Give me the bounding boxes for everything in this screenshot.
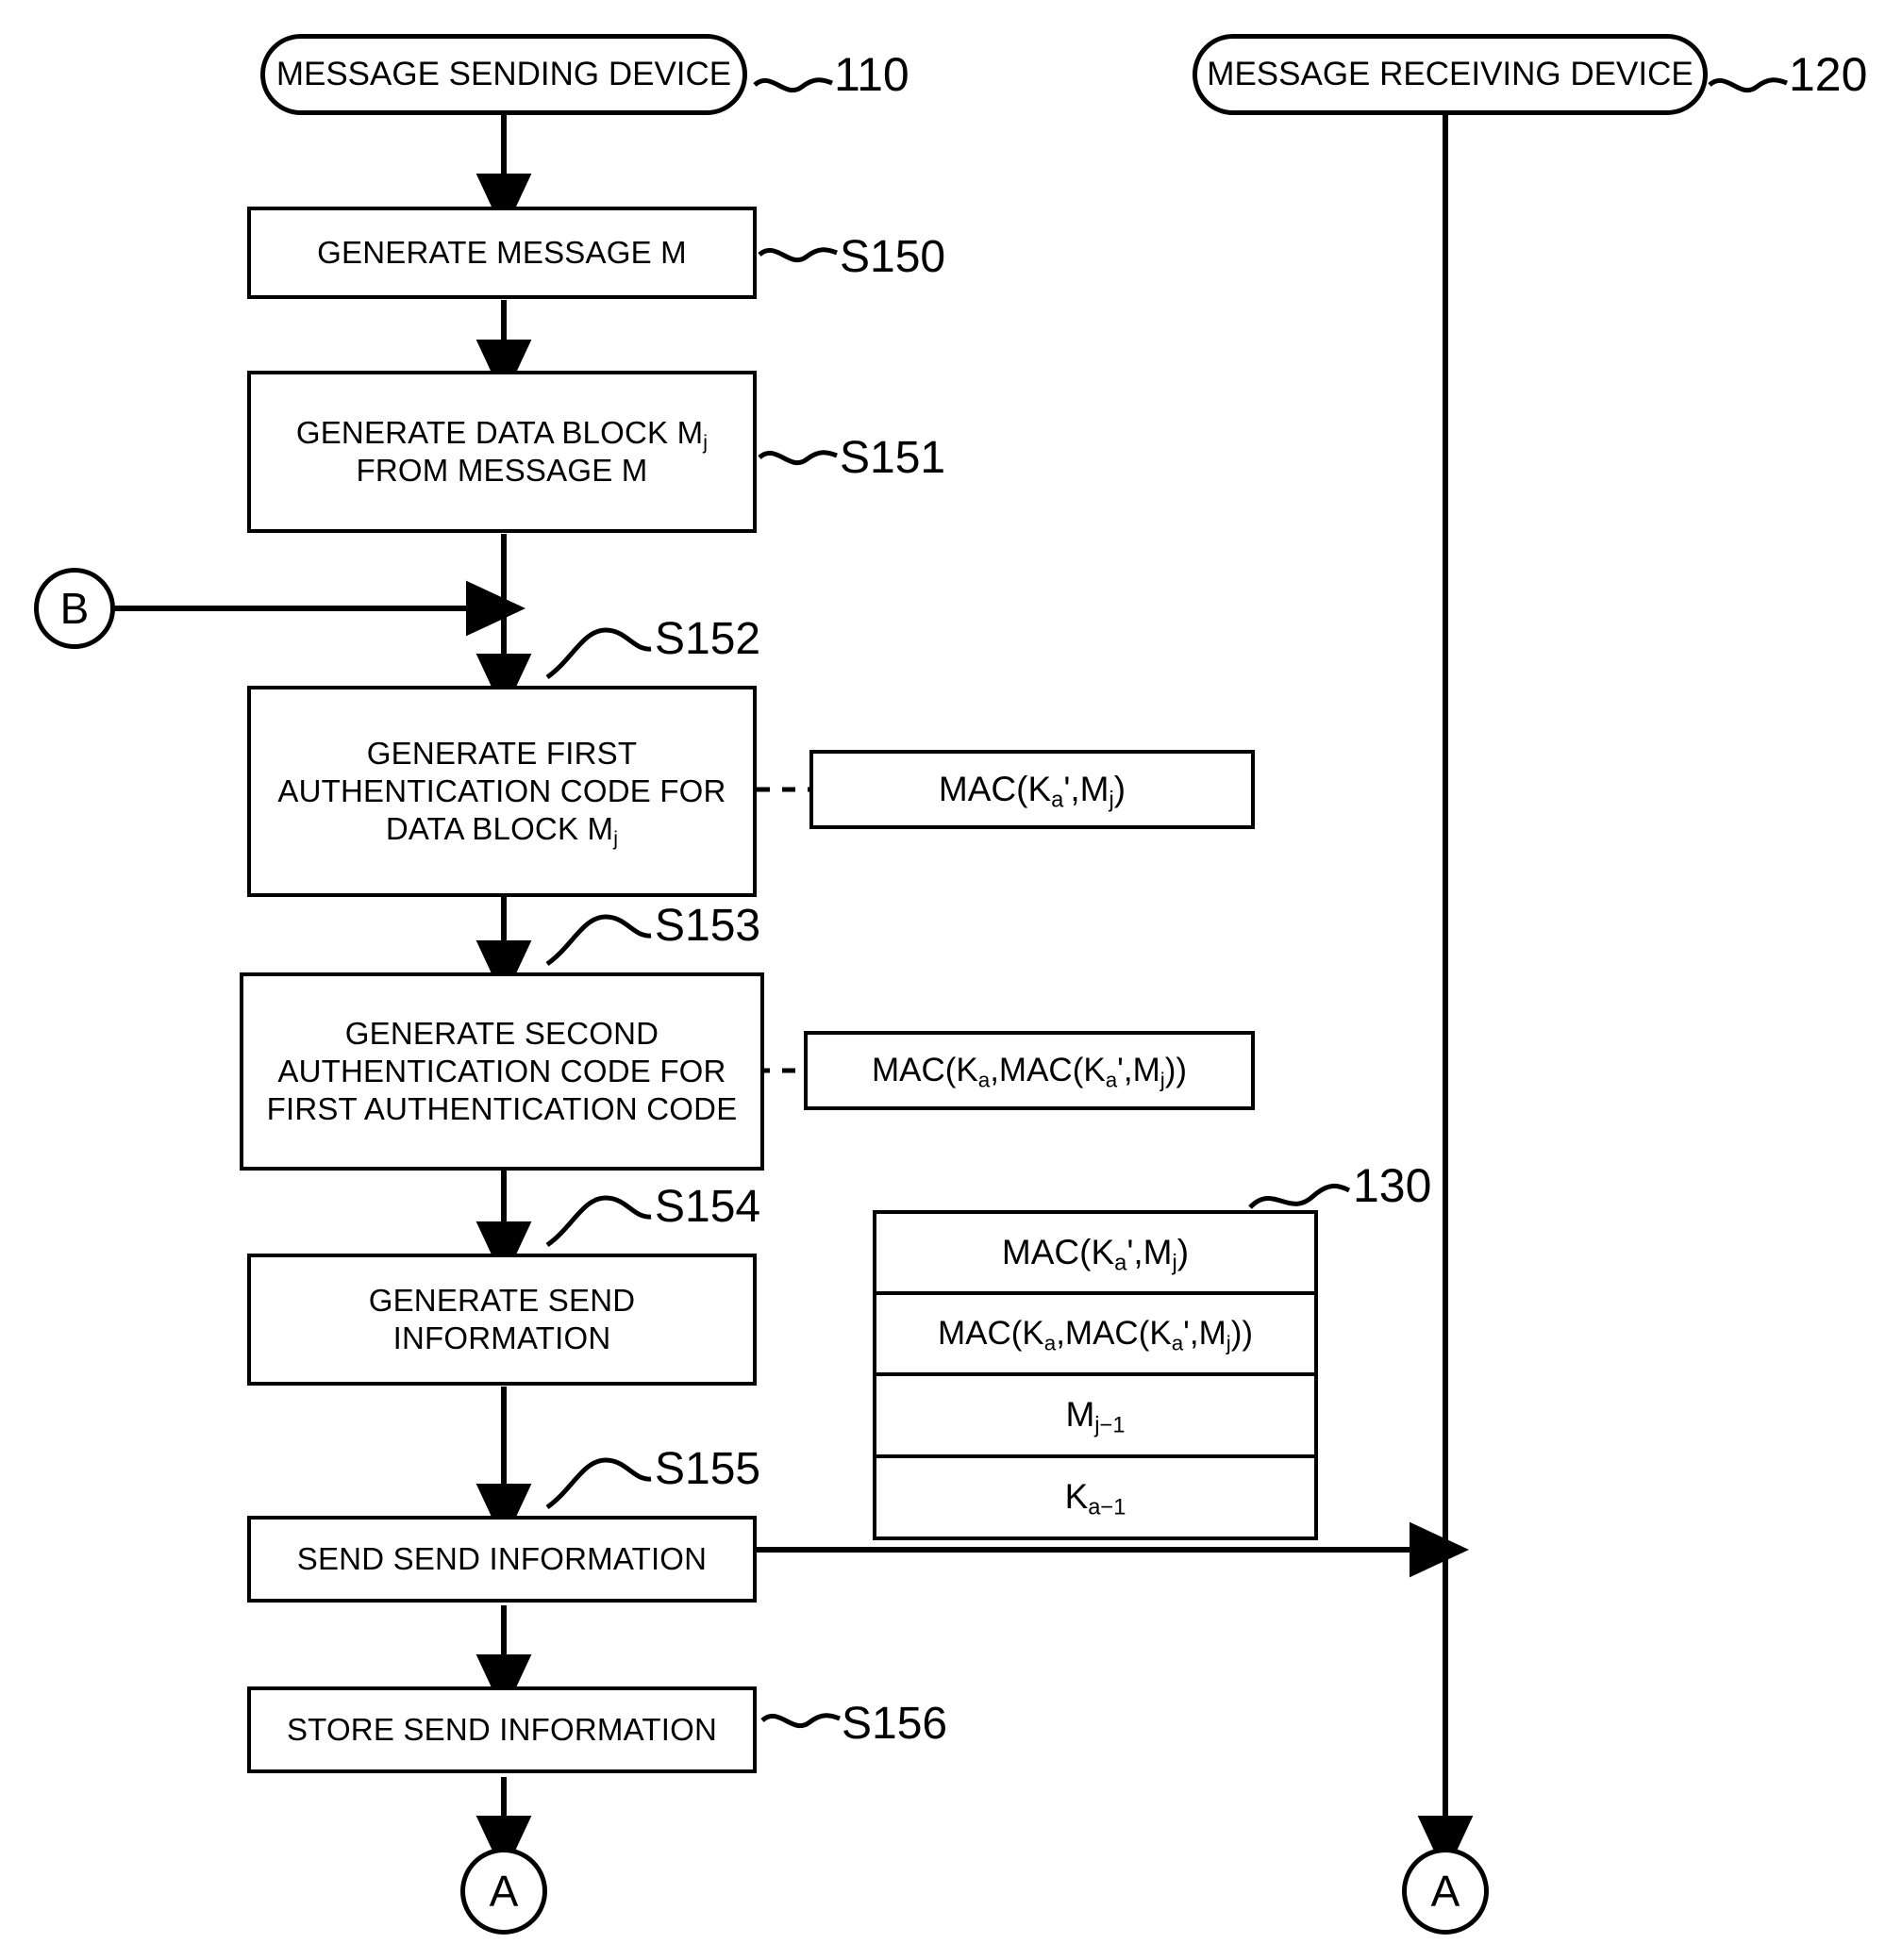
process-label-s154-line2: INFORMATION [392,1321,611,1355]
store-table-row-mprev: Mj−1 [876,1376,1314,1458]
process-label-s156: STORE SEND INFORMATION [286,1711,718,1747]
connector-b-label: B [59,583,90,633]
subscript-j: j [613,828,619,851]
process-box-s153: GENERATE SECOND AUTHENTICATION CODE FOR … [240,972,764,1171]
store-row-kprev-text: Ka−1 [1064,1477,1126,1520]
process-label-s154-line1: GENERATE SEND [368,1282,636,1318]
connector-circle-b: B [34,568,115,649]
connector-circle-a-left: A [460,1848,547,1935]
formula-box-first-auth-code: MAC(Ka',Mj) [809,750,1255,829]
terminator-message-sending-device: MESSAGE SENDING DEVICE [260,34,747,115]
process-label-s152-line2: AUTHENTICATION CODE FOR [277,772,726,808]
step-number-s152: S152 [655,614,761,664]
terminator-sending-label: MESSAGE SENDING DEVICE [275,55,732,92]
process-label-s152-line3: DATA BLOCK Mj [385,811,619,851]
connector-a-left-label: A [489,1866,519,1916]
process-label-s153-line3: FIRST AUTHENTICATION CODE [266,1091,738,1127]
process-label-s155: SEND SEND INFORMATION [296,1540,708,1576]
step-number-s153: S153 [655,901,761,951]
subscript-j: j [703,431,709,454]
process-label-s153-line2: AUTHENTICATION CODE FOR [277,1053,726,1088]
formula-first-auth-code-text: MAC(Ka',Mj) [938,770,1126,814]
terminator-receiving-label: MESSAGE RECEIVING DEVICE [1207,55,1693,92]
process-label-s150: GENERATE MESSAGE M [317,234,687,270]
process-box-s150: GENERATE MESSAGE M [247,207,757,299]
step-number-s151: S151 [840,433,946,483]
terminator-message-receiving-device: MESSAGE RECEIVING DEVICE [1193,34,1708,115]
patent-flowchart-canvas: MESSAGE SENDING DEVICE 110 MESSAGE RECEI… [0,0,1902,1960]
store-row-mac1-text: MAC(Ka',Mj) [1001,1233,1190,1276]
store-table-row-mac2: MAC(Ka,MAC(Ka',Mj)) [876,1295,1314,1377]
reference-numeral-110: 110 [834,48,909,101]
step-number-s156: S156 [842,1699,948,1749]
process-box-s151: GENERATE DATA BLOCK Mj FROM MESSAGE M [247,371,757,533]
step-number-s154: S154 [655,1182,761,1232]
step-number-s155: S155 [655,1444,761,1494]
reference-numeral-120: 120 [1789,48,1868,101]
process-label-s151-line1: GENERATE DATA BLOCK Mj [295,414,709,454]
process-box-s154: GENERATE SEND INFORMATION [247,1254,757,1386]
process-box-s156: STORE SEND INFORMATION [247,1686,757,1773]
process-label-s152-line1: GENERATE FIRST [366,735,638,771]
send-information-store-table: MAC(Ka',Mj) MAC(Ka,MAC(Ka',Mj)) Mj−1 Ka−… [873,1210,1318,1540]
store-row-mprev-text: Mj−1 [1065,1395,1126,1439]
process-label-s153-line1: GENERATE SECOND [344,1015,659,1051]
process-box-s152: GENERATE FIRST AUTHENTICATION CODE FOR D… [247,686,757,897]
store-table-row-mac1: MAC(Ka',Mj) [876,1214,1314,1296]
connector-a-right-label: A [1430,1866,1460,1916]
formula-second-auth-code-text: MAC(Ka,MAC(Ka',Mj)) [871,1051,1188,1091]
step-number-s150: S150 [840,232,946,282]
formula-box-second-auth-code: MAC(Ka,MAC(Ka',Mj)) [804,1031,1255,1110]
store-table-row-kprev: Ka−1 [876,1458,1314,1536]
process-box-s155: SEND SEND INFORMATION [247,1516,757,1603]
connector-circle-a-right: A [1402,1848,1489,1935]
store-row-mac2-text: MAC(Ka,MAC(Ka',Mj)) [937,1315,1254,1355]
process-label-s151-line2: FROM MESSAGE M [356,453,648,488]
reference-numeral-130: 130 [1353,1159,1432,1212]
